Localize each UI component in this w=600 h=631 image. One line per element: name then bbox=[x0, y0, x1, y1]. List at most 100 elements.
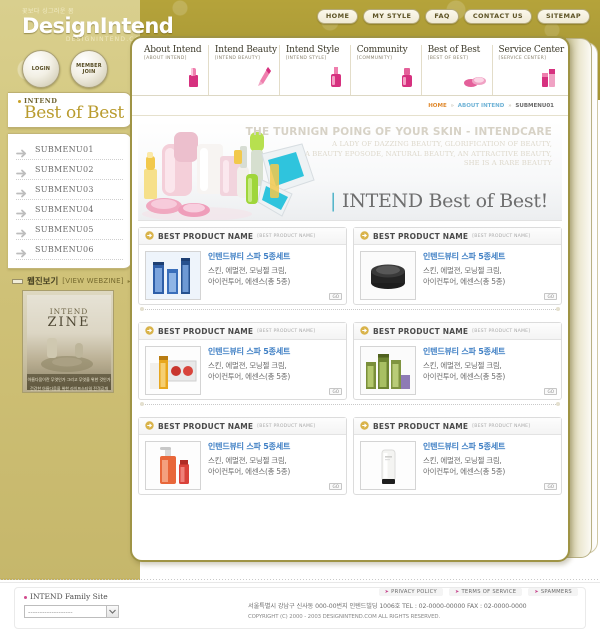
login-button-label: LOGIN bbox=[31, 66, 51, 72]
sidebar-item-submenu02[interactable]: SUBMENU02 bbox=[16, 160, 123, 180]
footer-copyright: COPYRIGHT (C) 2000 - 2003 DESIGNINTEND.C… bbox=[248, 614, 441, 620]
page-root: 꽃보다 싱그러운 봄 DesignIntend DESIGNINTEND.COM… bbox=[0, 0, 600, 631]
go-button[interactable]: GO bbox=[329, 293, 342, 300]
breadcrumb-parent[interactable]: ABOUT INTEND bbox=[458, 103, 505, 109]
topnav-item-contact-us[interactable]: CONTACT US bbox=[463, 9, 532, 24]
sidebar-item-submenu04[interactable]: SUBMENU04 bbox=[16, 200, 123, 220]
webzine-photo bbox=[41, 338, 93, 372]
arrow-circle-icon bbox=[360, 322, 369, 340]
go-button[interactable]: GO bbox=[544, 388, 557, 395]
topnav-item-faq[interactable]: FAQ bbox=[425, 9, 459, 24]
webzine-caption: 아름다움이란 무엇인가 그리고 무엇을 위한 것인가 건강한 아름다움을 위한 … bbox=[27, 374, 111, 391]
product-card-body: 인텐드뷰티 스파 5종세트 스킨, 에멀젼, 모닝젤 크림, 아이컨투어, 에센스… bbox=[354, 340, 561, 395]
nav-item-intend-style[interactable]: Intend Style [INTEND STYLE] bbox=[280, 45, 351, 95]
blue-bottles-thumb[interactable] bbox=[145, 251, 201, 300]
footer-links: ➤ PRIVACY POLICY ➤ TERMS OF SERVICE ➤ SPAMM… bbox=[378, 588, 578, 596]
arrow-circle-icon bbox=[360, 417, 369, 435]
top-navigation: HOME MY STYLE FAQ CONTACT US SITEMAP bbox=[316, 9, 590, 24]
product-name[interactable]: 인텐드뷰티 스파 5종세트 bbox=[208, 441, 290, 452]
product-card[interactable]: BEST PRODUCT NAME [BEST PRODUCT NAME] 인텐… bbox=[353, 322, 562, 400]
orange-pump-thumb[interactable] bbox=[145, 441, 201, 490]
webzine-cover-inner: INTEND ZINE 아름다움이란 무엇인가 그리고 무엇을 위한 것인가 건… bbox=[27, 295, 111, 391]
product-card[interactable]: BEST PRODUCT NAME [BEST PRODUCT NAME] 인텐… bbox=[138, 322, 347, 400]
product-card-body: 인텐드뷰티 스파 5종세트 스킨, 에멀젼, 모닝젤 크림, 아이컨투어, 에센스… bbox=[354, 435, 561, 490]
product-card-header: BEST PRODUCT NAME [BEST PRODUCT NAME] bbox=[139, 323, 346, 340]
product-card[interactable]: BEST PRODUCT NAME [BEST PRODUCT NAME] 인텐… bbox=[138, 227, 347, 305]
nav-item-subtitle: [COMMUNITY] bbox=[356, 56, 393, 61]
nav-item-best-of-best[interactable]: Best of Best [BEST OF BEST] bbox=[422, 45, 493, 95]
family-site-select[interactable]: ------------------- bbox=[24, 605, 119, 618]
product-description: 스킨, 에멀젼, 모닝젤 크림, 아이컨투어, 에센스(총 5종) bbox=[423, 456, 505, 476]
product-description: 스킨, 에멀젼, 모닝젤 크림, 아이컨투어, 에센스(총 5종) bbox=[423, 266, 505, 286]
product-card[interactable]: BEST PRODUCT NAME [BEST PRODUCT NAME] 인텐… bbox=[353, 417, 562, 495]
product-name[interactable]: 인텐드뷰티 스파 5종세트 bbox=[423, 441, 505, 452]
nav-item-community[interactable]: Community [COMMUNITY] bbox=[351, 45, 422, 95]
product-row: BEST PRODUCT NAME [BEST PRODUCT NAME] 인텐… bbox=[138, 322, 562, 400]
arrow-right-icon bbox=[16, 145, 27, 158]
sidebar-item-label: SUBMENU05 bbox=[35, 225, 94, 234]
makeup-palette-thumb[interactable] bbox=[145, 346, 201, 395]
product-info: 인텐드뷰티 스파 5종세트 스킨, 에멀젼, 모닝젤 크림, 아이컨투어, 에센스… bbox=[208, 441, 290, 490]
hero-subtext-line2: A BEAUTY EPOSODE, NATURAL BEAUTY, AN ATT… bbox=[304, 149, 552, 158]
sidebar-item-submenu06[interactable]: SUBMENU06 bbox=[16, 240, 123, 260]
product-name[interactable]: 인텐드뷰티 스파 5종세트 bbox=[423, 251, 505, 262]
arrow-right-icon bbox=[16, 205, 27, 218]
sidebar-item-submenu03[interactable]: SUBMENU03 bbox=[16, 180, 123, 200]
black-jar-thumb[interactable] bbox=[360, 251, 416, 300]
product-card-subtitle: [BEST PRODUCT NAME] bbox=[472, 423, 531, 429]
product-card-body: 인텐드뷰티 스파 5종세트 스킨, 에멀젼, 모닝젤 크림, 아이컨투어, 에센스… bbox=[139, 435, 346, 490]
webzine-cover[interactable]: INTEND ZINE 아름다움이란 무엇인가 그리고 무엇을 위한 것인가 건… bbox=[22, 290, 114, 393]
footer-address-block: 서울특별시 강남구 신사동 000-00번지 인텐드빌딩 1006호 TEL :… bbox=[248, 602, 578, 622]
product-card-body: 인텐드뷰티 스파 5종세트 스킨, 에멀젼, 모닝젤 크림, 아이컨투어, 에센스… bbox=[139, 245, 346, 300]
product-card[interactable]: BEST PRODUCT NAME [BEST PRODUCT NAME] 인텐… bbox=[353, 227, 562, 305]
arrow-circle-icon bbox=[145, 227, 154, 245]
topnav-item-sitemap[interactable]: SITEMAP bbox=[536, 9, 590, 24]
product-card-header: BEST PRODUCT NAME [BEST PRODUCT NAME] bbox=[354, 228, 561, 245]
go-button[interactable]: GO bbox=[329, 483, 342, 490]
arrow-circle-icon bbox=[360, 227, 369, 245]
hero-title-text: INTEND Best of Best! bbox=[342, 190, 548, 212]
product-card[interactable]: BEST PRODUCT NAME [BEST PRODUCT NAME] 인텐… bbox=[138, 417, 347, 495]
product-card-title: BEST PRODUCT NAME bbox=[373, 326, 469, 336]
sidebar-item-label: SUBMENU01 bbox=[35, 145, 94, 154]
topnav-item-home[interactable]: HOME bbox=[316, 9, 359, 24]
footer-link-spammers[interactable]: ➤ SPAMMERS bbox=[528, 588, 578, 596]
go-button[interactable]: GO bbox=[544, 483, 557, 490]
footer-address: 서울특별시 강남구 신사동 000-00번지 인텐드빌딩 1006호 TEL :… bbox=[248, 603, 527, 610]
sidebar-submenu: SUBMENU01 SUBMENU02 SUBMENU03 SUBMENU04 … bbox=[8, 133, 132, 269]
product-info: 인텐드뷰티 스파 5종세트 스킨, 에멀젼, 모닝젤 크림, 아이컨투어, 에센스… bbox=[423, 441, 505, 490]
topnav-item-my-style[interactable]: MY STYLE bbox=[363, 9, 421, 24]
go-button[interactable]: GO bbox=[544, 293, 557, 300]
logo-wordmark: DesignIntend bbox=[22, 14, 174, 38]
nav-item-service-center[interactable]: Service Center [SERVICE CENTER] bbox=[493, 45, 564, 95]
go-button[interactable]: GO bbox=[329, 388, 342, 395]
sidebar-item-submenu05[interactable]: SUBMENU05 bbox=[16, 220, 123, 240]
bottle-icon bbox=[399, 66, 415, 93]
nav-item-subtitle: [ABOUT INTEND] bbox=[144, 56, 187, 61]
breadcrumb-home[interactable]: HOME bbox=[428, 103, 447, 109]
main-panel: About Intend [ABOUT INTEND] Intend Beaut… bbox=[130, 36, 570, 562]
webzine-header[interactable]: 웹진보기 [VIEW WEBZINE] ▸▸▸ bbox=[12, 275, 138, 287]
footer-link-terms-of-service[interactable]: ➤ TERMS OF SERVICE bbox=[448, 588, 523, 596]
nav-item-subtitle: [INTEND BEAUTY] bbox=[214, 56, 261, 61]
nav-item-intend-beauty[interactable]: Intend Beauty [INTEND BEAUTY] bbox=[209, 45, 280, 95]
login-button[interactable]: LOGIN bbox=[22, 50, 60, 88]
webzine-cover-line2: ZINE bbox=[47, 315, 91, 330]
sidebar-page-title: INTEND Best of Best bbox=[8, 92, 132, 128]
product-name[interactable]: 인텐드뷰티 스파 5종세트 bbox=[208, 251, 290, 262]
member-join-button[interactable]: MEMBER JOIN bbox=[70, 50, 108, 88]
green-bottles-thumb[interactable] bbox=[360, 346, 416, 395]
row-divider bbox=[140, 402, 560, 414]
product-name[interactable]: 인텐드뷰티 스파 5종세트 bbox=[423, 346, 505, 357]
white-tube-thumb[interactable] bbox=[360, 441, 416, 490]
product-card-title: BEST PRODUCT NAME bbox=[373, 421, 469, 431]
hero-headline: THE TURNIGN POING OF YOUR SKIN - INTENDC… bbox=[245, 126, 552, 138]
chevron-down-icon[interactable] bbox=[106, 606, 118, 617]
sidebar-item-label: SUBMENU06 bbox=[35, 245, 94, 254]
family-site-value: ------------------- bbox=[28, 607, 73, 616]
nav-item-about-intend[interactable]: About Intend [ABOUT INTEND] bbox=[138, 45, 209, 95]
sidebar-item-submenu01[interactable]: SUBMENU01 bbox=[16, 140, 123, 160]
product-name[interactable]: 인텐드뷰티 스파 5종세트 bbox=[208, 346, 290, 357]
nav-item-title: Intend Beauty bbox=[214, 45, 277, 55]
footer-link-privacy-policy[interactable]: ➤ PRIVACY POLICY bbox=[378, 588, 443, 596]
